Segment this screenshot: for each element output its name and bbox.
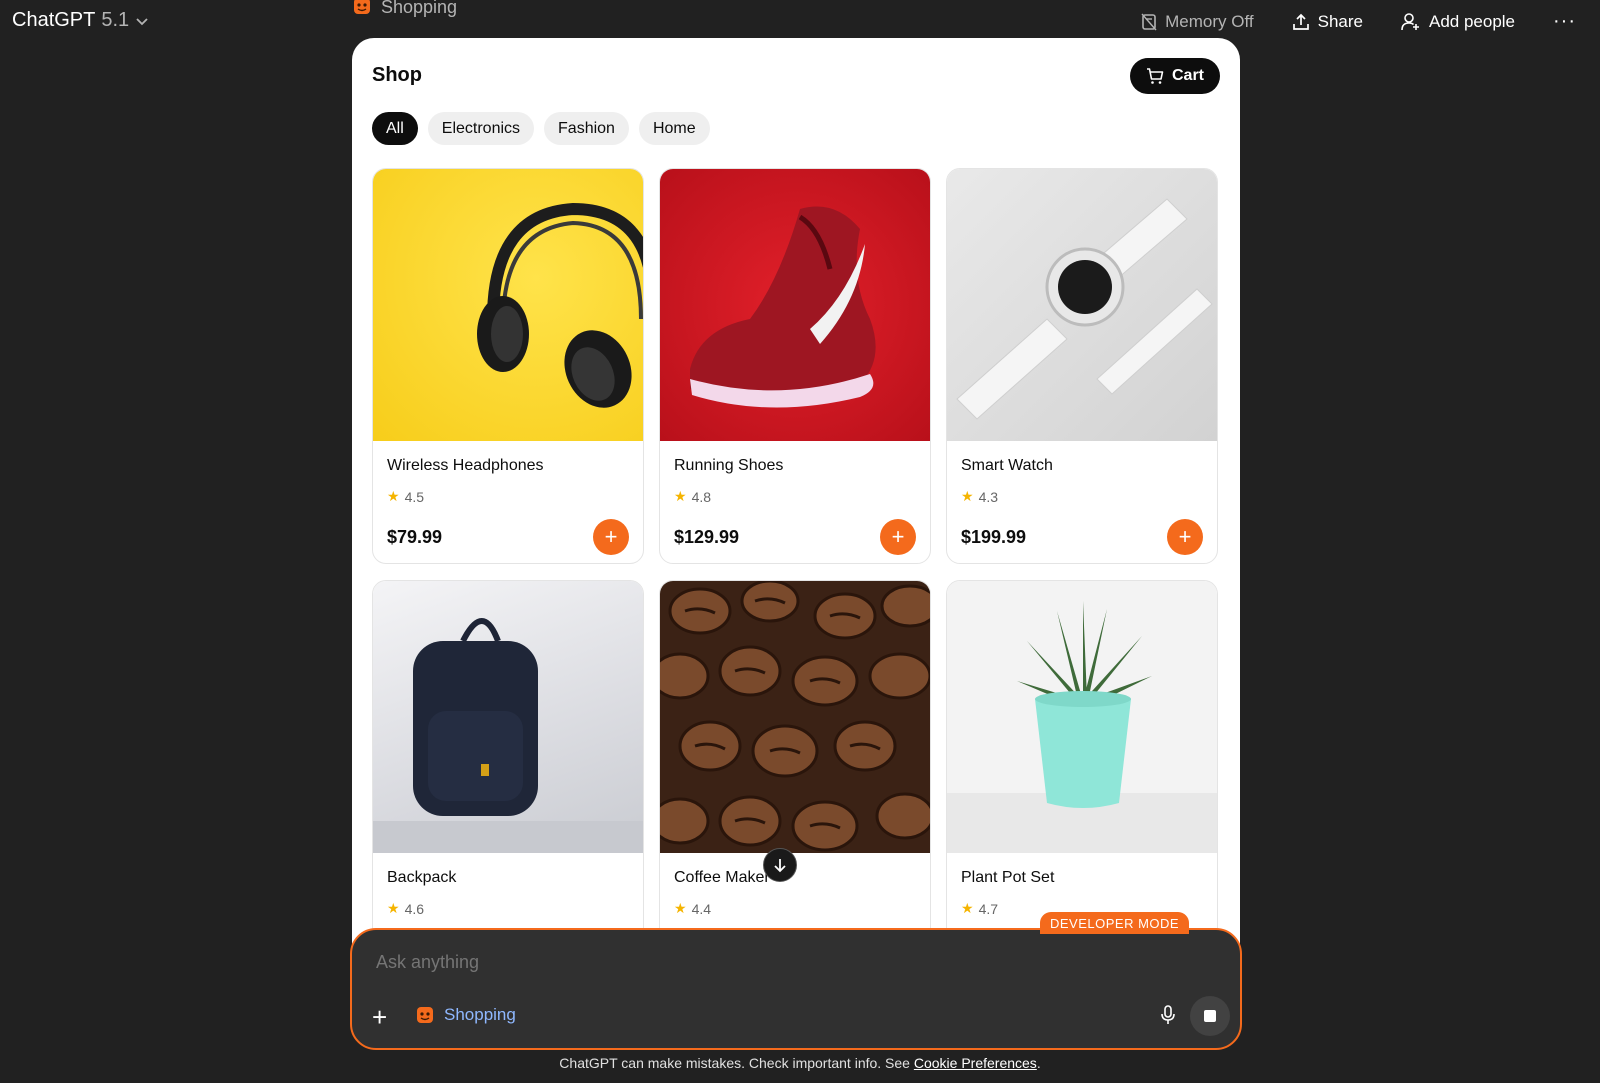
cart-label: Cart: [1171, 67, 1204, 84]
product-card[interactable]: Running Shoes ★ 4.8 $129.99 +: [659, 168, 931, 564]
product-price: $199.99: [961, 526, 1027, 547]
star-icon: ★: [674, 488, 687, 504]
product-name: Smart Watch: [961, 457, 1053, 474]
add-to-cart-button[interactable]: +: [593, 519, 629, 555]
model-switcher[interactable]: ChatGPT 5.1: [12, 9, 149, 32]
more-options-icon[interactable]: ···: [1553, 10, 1576, 33]
memory-off-icon: [1141, 13, 1157, 30]
product-rating: ★ 4.5: [387, 488, 629, 505]
filter-chip-home[interactable]: Home: [638, 112, 710, 145]
headphones-icon: [477, 202, 643, 408]
product-rating: ★ 4.6: [387, 900, 629, 917]
star-icon: ★: [961, 900, 974, 916]
add-to-cart-button[interactable]: +: [880, 519, 916, 555]
model-name: ChatGPT: [12, 9, 96, 31]
share-label: Share: [1317, 11, 1363, 31]
rating-value: 4.6: [404, 900, 425, 917]
filter-chip-all[interactable]: All: [372, 112, 418, 145]
product-name: Wireless Headphones: [387, 457, 544, 474]
active-app-pill[interactable]: Shopping: [414, 1004, 516, 1026]
star-icon: ★: [387, 900, 400, 916]
shopping-app-icon: [354, 0, 370, 14]
backpack-icon: [373, 618, 643, 853]
chevron-down-icon: [136, 17, 148, 25]
cart-icon: [1146, 68, 1164, 84]
rating-value: 4.3: [978, 488, 999, 505]
arrow-down-icon: [774, 859, 786, 873]
stop-icon: [1204, 1010, 1216, 1022]
star-icon: ★: [961, 488, 974, 504]
filter-chip-fashion[interactable]: Fashion: [544, 112, 629, 145]
microphone-button[interactable]: [1158, 1004, 1178, 1031]
cookie-preferences-link[interactable]: Cookie Preferences: [914, 1055, 1037, 1071]
product-image: [373, 169, 643, 441]
share-button[interactable]: Share: [1292, 12, 1363, 32]
shop-widget: Shop Cart All Electronics Fashion Home W…: [352, 38, 1240, 998]
plus-icon: +: [891, 524, 905, 549]
product-rating: ★ 4.4: [674, 900, 916, 917]
rating-value: 4.5: [404, 488, 425, 505]
product-image: [947, 581, 1217, 853]
product-image: [373, 581, 643, 853]
product-rating: ★ 4.3: [961, 488, 1203, 505]
add-people-button[interactable]: Add people: [1401, 12, 1515, 32]
add-people-label: Add people: [1428, 11, 1516, 31]
product-card[interactable]: Wireless Headphones ★ 4.5 $79.99 +: [372, 168, 644, 564]
add-to-cart-button[interactable]: +: [1167, 519, 1203, 555]
shop-title: Shop: [372, 64, 422, 86]
filter-chip-electronics[interactable]: Electronics: [427, 112, 535, 145]
disclaimer-footer: ChatGPT can make mistakes. Check importa…: [0, 1055, 1600, 1071]
category-filters: All Electronics Fashion Home: [372, 112, 710, 145]
plus-icon: +: [604, 524, 618, 549]
app-tab-shopping[interactable]: Shopping: [351, 0, 457, 18]
memory-toggle[interactable]: Memory Off: [1141, 11, 1254, 32]
product-card[interactable]: Coffee Maker ★ 4.4: [659, 580, 931, 976]
cart-button[interactable]: Cart: [1129, 58, 1220, 94]
product-image: [947, 169, 1217, 441]
scroll-to-bottom-button[interactable]: [763, 848, 797, 882]
microphone-icon: [1161, 1005, 1175, 1024]
star-icon: ★: [387, 488, 400, 504]
star-icon: ★: [674, 900, 687, 916]
product-image: [660, 169, 930, 441]
product-grid: Wireless Headphones ★ 4.5 $79.99 + Runnin…: [372, 168, 1218, 976]
model-version: 5.1: [101, 9, 130, 31]
memory-label: Memory Off: [1165, 11, 1254, 31]
developer-mode-badge: DEVELOPER MODE: [1040, 912, 1190, 934]
product-price: $129.99: [674, 526, 740, 547]
stop-button[interactable]: [1190, 996, 1230, 1036]
sneaker-icon: [690, 206, 876, 408]
add-person-icon: [1401, 12, 1419, 30]
product-card[interactable]: Backpack ★ 4.6: [372, 580, 644, 976]
potted-plant-icon: [1017, 601, 1152, 808]
product-price: $79.99: [387, 526, 443, 547]
smartwatch-icon: [956, 198, 1213, 420]
app-tab-label: Shopping: [381, 0, 458, 17]
rating-value: 4.4: [691, 900, 712, 917]
product-image: [660, 581, 930, 853]
plus-icon: +: [1178, 524, 1192, 549]
composer: + Shopping: [350, 928, 1242, 1050]
product-name: Plant Pot Set: [961, 869, 1055, 886]
product-name: Running Shoes: [674, 457, 784, 474]
rating-value: 4.8: [691, 488, 712, 505]
product-rating: ★ 4.8: [674, 488, 916, 505]
product-card[interactable]: Smart Watch ★ 4.3 $199.99 +: [946, 168, 1218, 564]
top-actions: Memory Off Share Add people ···: [1141, 10, 1576, 33]
shopping-app-icon: [417, 1007, 433, 1023]
active-app-label: Shopping: [444, 1005, 516, 1024]
attach-plus-icon[interactable]: +: [372, 1004, 387, 1030]
share-icon: [1292, 13, 1309, 30]
disclaimer-text: ChatGPT can make mistakes. Check importa…: [559, 1055, 914, 1071]
product-name: Backpack: [387, 869, 457, 886]
disclaimer-suffix: .: [1036, 1055, 1041, 1071]
prompt-input[interactable]: [376, 952, 1076, 973]
rating-value: 4.7: [978, 900, 999, 917]
coffee-beans-icon: [660, 581, 930, 852]
